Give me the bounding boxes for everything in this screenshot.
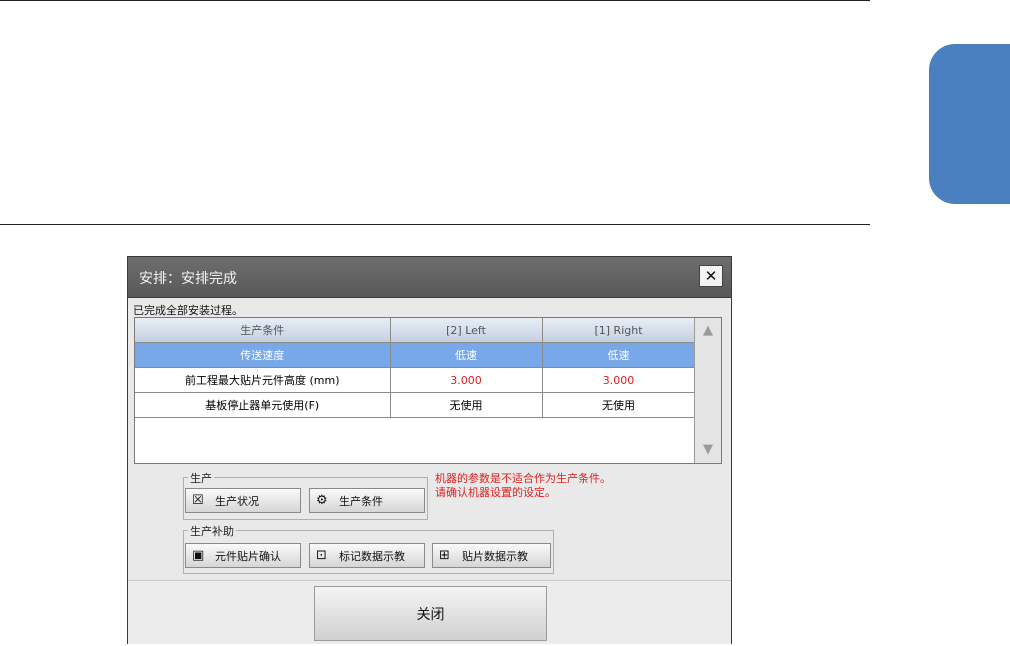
button-label: 元件贴片确认 [215, 549, 281, 563]
status-icon: ☒ [192, 493, 204, 508]
mark-teach-icon: ⊡ [316, 548, 327, 563]
column-header: [1] Right [542, 318, 696, 343]
conditions-table: 生产条件 [2] Left [1] Right 传送速度 低速 低速 前工程最大… [134, 317, 722, 464]
side-tab [929, 44, 1010, 204]
table-cell: 低速 [390, 342, 543, 368]
button-label: 生产条件 [339, 494, 383, 508]
warning-line: 请确认机器设置的设定。 [435, 486, 556, 499]
table-row[interactable]: 基板停止器单元使用(F) 无使用 无使用 [135, 392, 696, 418]
dialog-title: 安排：安排完成 [139, 271, 237, 287]
table-scrollbar[interactable]: ▲ ▼ [694, 318, 721, 463]
production-conditions-button[interactable]: ⚙ 生产条件 [309, 488, 425, 513]
table-row[interactable]: 前工程最大贴片元件高度 (mm) 3.000 3.000 [135, 367, 696, 393]
placement-teach-icon: ⊞ [439, 548, 450, 563]
placement-teach-button[interactable]: ⊞ 贴片数据示教 [432, 543, 551, 568]
button-label: 标记数据示教 [339, 549, 405, 563]
warning-line: 机器的参数是不适合作为生产条件。 [435, 472, 611, 485]
close-icon[interactable]: ✕ [699, 265, 723, 287]
table-cell: 传送速度 [135, 342, 391, 368]
button-label: 贴片数据示教 [462, 549, 528, 563]
warning-message: 机器的参数是不适合作为生产条件。 请确认机器设置的设定。 [435, 472, 611, 500]
group-label: 生产补助 [188, 523, 236, 539]
dialog-footer: 关闭 [128, 580, 731, 644]
table-cell: 3.000 [390, 367, 543, 393]
component-check-button[interactable]: ▣ 元件贴片确认 [185, 543, 301, 568]
table-cell: 无使用 [390, 392, 543, 418]
gear-icon: ⚙ [316, 493, 328, 508]
table-cell: 低速 [542, 342, 696, 368]
column-header: [2] Left [390, 318, 543, 343]
table-row[interactable]: 传送速度 低速 低速 [135, 342, 696, 368]
component-check-icon: ▣ [192, 548, 205, 563]
group-label: 生产 [188, 470, 214, 486]
status-message: 已完成全部安装过程。 [133, 304, 243, 317]
close-button[interactable]: 关闭 [314, 586, 547, 641]
scroll-down-icon[interactable]: ▼ [701, 442, 715, 457]
table-cell: 基板停止器单元使用(F) [135, 392, 391, 418]
table-cell: 无使用 [542, 392, 696, 418]
bottom-rule [0, 224, 870, 225]
table-header-row: 生产条件 [2] Left [1] Right [135, 318, 696, 343]
table-cell: 3.000 [542, 367, 696, 393]
column-header: 生产条件 [135, 318, 391, 343]
production-status-button[interactable]: ☒ 生产状况 [185, 488, 301, 513]
button-label: 生产状况 [215, 494, 259, 508]
scroll-up-icon[interactable]: ▲ [701, 323, 715, 338]
table-cell: 前工程最大贴片元件高度 (mm) [135, 367, 391, 393]
arrangement-dialog: 安排：安排完成 ✕ 已完成全部安装过程。 生产条件 [2] Left [1] R… [127, 256, 732, 644]
dialog-title-bar: 安排：安排完成 ✕ [128, 257, 731, 298]
mark-teach-button[interactable]: ⊡ 标记数据示教 [309, 543, 425, 568]
top-rule [0, 0, 870, 1]
